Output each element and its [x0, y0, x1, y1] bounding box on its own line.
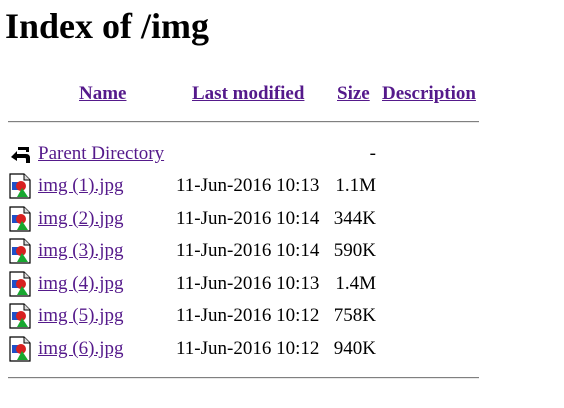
page-title: Index of /img: [5, 6, 210, 46]
file-size: 344K: [333, 207, 376, 229]
file-last-modified: 11-Jun-2016 10:13: [176, 175, 320, 196]
sort-by-description-link[interactable]: Description: [382, 83, 476, 105]
file-last-modified: 11-Jun-2016 10:13: [176, 272, 320, 294]
file-last-modified: 11-Jun-2016 10:14: [176, 207, 320, 229]
file-row: img (4).jpg 11-Jun-2016 10:13 1.4M: [0, 270, 564, 300]
footer-divider: [8, 377, 479, 379]
image-file-icon: [8, 238, 32, 264]
file-row: img (1).jpg 11-Jun-2016 10:13 1.1M: [0, 172, 564, 202]
image-file-icon: [8, 303, 32, 329]
file-link[interactable]: img (5).jpg: [38, 305, 124, 327]
back-arrow-icon: [8, 142, 32, 166]
file-size: 590K: [333, 240, 376, 262]
file-link[interactable]: img (6).jpg: [38, 338, 124, 360]
sort-by-size-link[interactable]: Size: [337, 83, 370, 105]
sort-by-name-link[interactable]: Name: [79, 83, 126, 105]
file-row: img (5).jpg 11-Jun-2016 10:12 758K: [0, 302, 564, 332]
image-file-icon: [8, 205, 32, 232]
file-row: img (2).jpg 11-Jun-2016 10:14 344K: [0, 205, 564, 235]
file-size: 940K: [333, 338, 376, 359]
file-last-modified: 11-Jun-2016 10:12: [176, 338, 320, 359]
file-link[interactable]: img (4).jpg: [38, 273, 124, 295]
file-size: 1.4M: [335, 272, 376, 294]
image-file-icon: [8, 271, 32, 297]
header-divider: [8, 121, 479, 123]
file-last-modified: 11-Jun-2016 10:12: [176, 305, 320, 327]
file-size: 1.1M: [335, 175, 376, 196]
parent-directory-row: Parent Directory -: [0, 140, 564, 170]
sort-by-last-modified-link[interactable]: Last modified: [192, 83, 304, 105]
file-row: img (6).jpg 11-Jun-2016 10:12 940K: [0, 335, 564, 365]
file-row: img (3).jpg 11-Jun-2016 10:14 590K: [0, 237, 564, 267]
parent-directory-size: -: [369, 143, 376, 164]
file-last-modified: 11-Jun-2016 10:14: [176, 240, 320, 262]
file-link[interactable]: img (2).jpg: [38, 208, 124, 230]
file-link[interactable]: img (1).jpg: [38, 175, 124, 197]
parent-directory-link[interactable]: Parent Directory: [38, 143, 164, 165]
image-file-icon: [8, 336, 32, 362]
image-file-icon: [8, 173, 32, 199]
file-size: 758K: [333, 305, 376, 327]
file-link[interactable]: img (3).jpg: [38, 240, 124, 262]
